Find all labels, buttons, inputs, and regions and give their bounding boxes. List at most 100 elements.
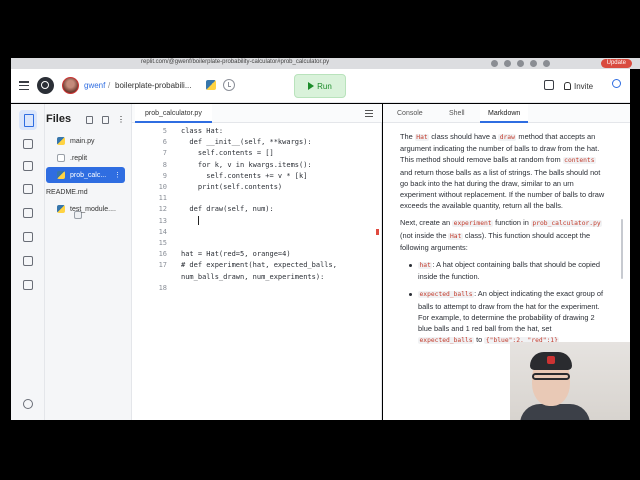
editor-tabbar: prob_calculator.py bbox=[132, 104, 382, 123]
line-number: 9 bbox=[162, 171, 167, 180]
invite-button[interactable]: Invite bbox=[564, 78, 604, 94]
file-name: .replit bbox=[70, 154, 88, 162]
editor-menu-icon[interactable] bbox=[365, 110, 373, 117]
md-list-item: expected_balls: An object indicating the… bbox=[400, 288, 608, 346]
browser-update-button[interactable]: Update bbox=[600, 59, 632, 68]
line-number: 13 bbox=[158, 216, 167, 225]
code-line[interactable]: 5 class Hat: bbox=[132, 126, 382, 137]
line-number: 17 bbox=[158, 261, 167, 270]
line-number: 7 bbox=[162, 149, 167, 158]
code-line[interactable]: 16 hat = Hat(red=5, orange=4) bbox=[132, 249, 382, 260]
code-line[interactable]: 6 def __init__(self, **kwargs): bbox=[132, 137, 382, 148]
code-text[interactable]: def draw(self, num): bbox=[181, 204, 273, 215]
code-line[interactable]: 9 self.contents += v * [k] bbox=[132, 171, 382, 182]
code-text[interactable] bbox=[181, 216, 199, 227]
version-control-icon[interactable] bbox=[23, 139, 33, 149]
invite-label: Invite bbox=[574, 81, 594, 91]
chat-icon[interactable] bbox=[544, 80, 554, 90]
code-text[interactable]: self.contents += v * [k] bbox=[181, 171, 307, 182]
run-label: Run bbox=[317, 81, 332, 91]
code-line[interactable]: 11 bbox=[132, 193, 382, 204]
code-text[interactable]: for k, v in kwargs.items(): bbox=[181, 160, 312, 171]
browser-toolbar: replit.com/@gwenf/boilerplate-probabilit… bbox=[11, 58, 640, 69]
file-tree: Files ⋮ main.py .replit prob_calc... ⋮ R… bbox=[45, 104, 132, 420]
menu-icon[interactable] bbox=[19, 81, 29, 90]
files-title: Files bbox=[46, 113, 72, 125]
tab-shell[interactable]: Shell bbox=[441, 104, 473, 123]
code-line[interactable]: 7 self.contents = [] bbox=[132, 148, 382, 159]
packages-icon[interactable] bbox=[23, 184, 33, 194]
code-line[interactable]: 15 bbox=[132, 238, 382, 249]
play-icon bbox=[308, 82, 315, 90]
inline-code: prob_calculator.py bbox=[530, 220, 603, 228]
tab-markdown[interactable]: Markdown bbox=[480, 104, 529, 123]
extension-icon[interactable] bbox=[491, 60, 498, 67]
search-icon[interactable] bbox=[612, 79, 621, 88]
address-bar[interactable]: replit.com/@gwenf/boilerplate-probabilit… bbox=[141, 59, 329, 65]
code-text[interactable]: hat = Hat(red=5, orange=4) bbox=[181, 249, 291, 260]
files-icon[interactable] bbox=[19, 110, 37, 130]
new-file-icon[interactable] bbox=[86, 116, 93, 124]
person-icon bbox=[564, 82, 571, 90]
help-icon[interactable] bbox=[23, 399, 33, 409]
history-icon[interactable] bbox=[223, 79, 235, 91]
code-text[interactable]: # def experiment(hat, expected_balls, bbox=[181, 260, 337, 271]
file-name: test_module.... bbox=[70, 205, 116, 213]
tab-console[interactable]: Console bbox=[389, 104, 431, 123]
extension-icon[interactable] bbox=[517, 60, 524, 67]
file-menu-icon[interactable]: ⋮ bbox=[114, 171, 121, 179]
python-file-icon bbox=[57, 205, 65, 213]
file-name: prob_calc... bbox=[70, 171, 107, 179]
inline-code: Hat bbox=[414, 134, 430, 141]
file-item-test-module[interactable]: test_module.... bbox=[46, 201, 125, 217]
code-line[interactable]: num_balls_drawn, num_experiments): bbox=[132, 272, 382, 283]
new-folder-icon[interactable] bbox=[102, 116, 109, 124]
database-icon[interactable] bbox=[23, 256, 33, 266]
python-file-icon bbox=[57, 171, 65, 179]
md-list-item: hat: A hat object containing balls that … bbox=[400, 259, 608, 282]
code-editor[interactable]: prob_calculator.py 5 class Hat: 6 def __in… bbox=[132, 104, 382, 420]
code-text[interactable]: class Hat: bbox=[181, 126, 223, 137]
extension-icon[interactable] bbox=[530, 60, 537, 67]
debugger-icon[interactable] bbox=[23, 161, 33, 171]
code-line[interactable]: 18 bbox=[132, 283, 382, 294]
secrets-lock-icon[interactable] bbox=[23, 208, 33, 218]
file-item-readme[interactable]: README.md bbox=[46, 184, 125, 219]
code-line[interactable]: 13 bbox=[132, 216, 382, 227]
line-number: 11 bbox=[158, 194, 167, 203]
python-icon bbox=[206, 80, 216, 90]
code-text[interactable]: self.contents = [] bbox=[181, 148, 274, 159]
replit-logo-icon[interactable] bbox=[37, 77, 54, 94]
code-text[interactable]: def __init__(self, **kwargs): bbox=[181, 137, 311, 148]
code-text[interactable]: num_balls_drawn, num_experiments): bbox=[181, 272, 324, 283]
more-options-icon[interactable]: ⋮ bbox=[117, 116, 125, 124]
username-link[interactable]: gwenf bbox=[84, 81, 105, 90]
line-number: 14 bbox=[158, 227, 167, 236]
code-line[interactable]: 12 def draw(self, num): bbox=[132, 204, 382, 215]
webcam-overlay bbox=[510, 342, 630, 420]
settings-gear-icon[interactable] bbox=[23, 232, 33, 242]
inline-code: contents bbox=[562, 157, 597, 165]
avatar[interactable] bbox=[62, 77, 79, 94]
run-button[interactable]: Run bbox=[294, 74, 346, 98]
line-number: 10 bbox=[158, 183, 167, 191]
code-line[interactable]: 10 print(self.contents) bbox=[132, 182, 382, 193]
code-line[interactable]: 8 for k, v in kwargs.items(): bbox=[132, 160, 382, 171]
extension-icon[interactable] bbox=[504, 60, 511, 67]
tool-rail bbox=[11, 104, 45, 420]
file-item-prob-calculator[interactable]: prob_calc... ⋮ bbox=[46, 167, 125, 183]
app-header: gwenf / boilerplate-probabili... Run Inv… bbox=[11, 69, 630, 103]
scrollbar[interactable] bbox=[621, 219, 623, 279]
code-text[interactable]: print(self.contents) bbox=[181, 182, 282, 193]
code-line[interactable]: 14 bbox=[132, 227, 382, 238]
file-item-main-py[interactable]: main.py bbox=[46, 133, 125, 149]
tab-prob-calculator[interactable]: prob_calculator.py bbox=[135, 104, 212, 123]
repl-name[interactable]: boilerplate-probabili... bbox=[115, 81, 192, 90]
unit-tests-check-icon[interactable] bbox=[23, 280, 33, 290]
line-number: 16 bbox=[158, 250, 167, 259]
inline-code: experiment bbox=[452, 220, 494, 228]
extension-icon[interactable] bbox=[543, 60, 550, 67]
file-name: main.py bbox=[70, 137, 95, 145]
file-item-replit[interactable]: .replit bbox=[46, 150, 125, 166]
code-line[interactable]: 17 # def experiment(hat, expected_balls, bbox=[132, 260, 382, 271]
